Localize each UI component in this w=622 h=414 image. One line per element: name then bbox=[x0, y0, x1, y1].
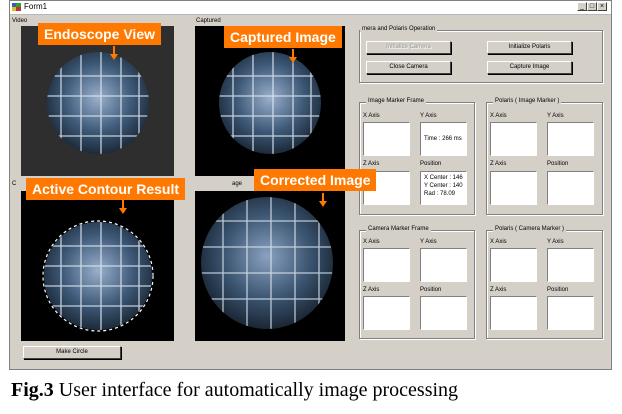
polaris-camera-z-value bbox=[490, 296, 537, 330]
contour-pane bbox=[21, 191, 174, 341]
window-title: Form1 bbox=[24, 2, 48, 11]
captured-pane-label: Captured bbox=[196, 18, 221, 24]
camera-marker-position-value bbox=[420, 296, 467, 330]
polaris-image-z-value bbox=[490, 171, 537, 205]
corrected-image-callout: Corrected Image bbox=[254, 169, 377, 191]
make-circle-button[interactable]: Make Circle bbox=[23, 346, 121, 359]
camera-marker-y-label: Y Axis bbox=[420, 239, 437, 245]
image-marker-y-label: Y Axis bbox=[420, 113, 437, 119]
minimize-button[interactable]: _ bbox=[577, 2, 587, 11]
close-camera-button[interactable]: Close Camera bbox=[366, 61, 451, 74]
figure-caption-text: User interface for automatically image p… bbox=[53, 379, 459, 401]
camera-marker-z-label: Z Axis bbox=[363, 287, 380, 293]
initialize-camera-button[interactable]: Initialize Camera bbox=[366, 41, 451, 54]
video-pane-label: Video bbox=[12, 18, 28, 24]
camera-marker-z-value bbox=[363, 296, 410, 330]
capture-image-button[interactable]: Capture Image bbox=[487, 61, 572, 74]
image-marker-y-value: Time : 266 ms bbox=[420, 122, 467, 156]
image-marker-x-value bbox=[363, 122, 410, 156]
polaris-camera-y-label: Y Axis bbox=[547, 239, 564, 245]
image-marker-group-title: Image Marker Frame bbox=[366, 98, 427, 104]
camera-marker-position-label: Position bbox=[420, 287, 442, 293]
polaris-camera-z-label: Z Axis bbox=[490, 287, 507, 293]
polaris-camera-y-value bbox=[547, 248, 594, 282]
polaris-camera-x-label: X Axis bbox=[490, 239, 507, 245]
figure-label: Fig.3 bbox=[11, 379, 54, 401]
corrected-image bbox=[195, 191, 345, 341]
camera-marker-y-value bbox=[420, 248, 467, 282]
image-marker-position-label: Position bbox=[420, 161, 442, 167]
x-center-readout: X Center : 146 bbox=[424, 175, 463, 181]
operation-group: mera and Polaris Operation bbox=[359, 26, 603, 83]
close-button[interactable]: × bbox=[597, 2, 607, 11]
polaris-image-position-value bbox=[547, 171, 594, 205]
figure-caption: Fig.3 User interface for automatically i… bbox=[11, 379, 458, 402]
title-bar[interactable]: Form1 _ □ × bbox=[10, 1, 611, 15]
polaris-camera-x-value bbox=[490, 248, 537, 282]
image-marker-z-label: Z Axis bbox=[363, 161, 380, 167]
polaris-camera-position-label: Position bbox=[547, 287, 569, 293]
captured-pane bbox=[195, 26, 345, 176]
app-icon bbox=[12, 3, 21, 11]
contour-pane-label: C bbox=[12, 181, 17, 187]
rad-readout: Rad : 78.09 bbox=[424, 191, 456, 197]
polaris-image-y-value bbox=[547, 122, 594, 156]
window-controls: _ □ × bbox=[577, 2, 607, 11]
endoscope-view-callout: Endoscope View bbox=[38, 23, 161, 45]
captured-image bbox=[195, 26, 345, 176]
polaris-image-y-label: Y Axis bbox=[547, 113, 564, 119]
y-center-readout: Y Center : 140 bbox=[424, 183, 463, 189]
corrected-pane-label: age bbox=[232, 181, 243, 187]
video-pane bbox=[21, 26, 174, 176]
polaris-image-group-title: Polaris ( Image Marker ) bbox=[493, 98, 562, 104]
endoscope-view-image bbox=[21, 26, 174, 176]
image-marker-position-value: X Center : 146 Y Center : 140 Rad : 78.0… bbox=[420, 171, 467, 205]
camera-marker-group-title: Camera Marker Frame bbox=[366, 226, 431, 232]
maximize-button[interactable]: □ bbox=[587, 2, 597, 11]
time-readout: Time : 266 ms bbox=[424, 136, 462, 142]
polaris-image-position-label: Position bbox=[547, 161, 569, 167]
active-contour-image bbox=[21, 191, 174, 341]
polaris-camera-position-value bbox=[547, 296, 594, 330]
captured-image-callout: Captured Image bbox=[224, 26, 342, 48]
image-marker-x-label: X Axis bbox=[363, 113, 380, 119]
camera-marker-x-label: X Axis bbox=[363, 239, 380, 245]
polaris-image-x-label: X Axis bbox=[490, 113, 507, 119]
polaris-camera-group-title: Polaris ( Camera Marker ) bbox=[493, 226, 567, 232]
camera-marker-x-value bbox=[363, 248, 410, 282]
polaris-image-z-label: Z Axis bbox=[490, 161, 507, 167]
initialize-polaris-button[interactable]: Initialize Polaris bbox=[487, 41, 572, 54]
operation-group-title: mera and Polaris Operation bbox=[360, 26, 438, 32]
corrected-pane bbox=[195, 191, 345, 341]
active-contour-callout: Active Contour Result bbox=[26, 178, 186, 200]
polaris-image-x-value bbox=[490, 122, 537, 156]
